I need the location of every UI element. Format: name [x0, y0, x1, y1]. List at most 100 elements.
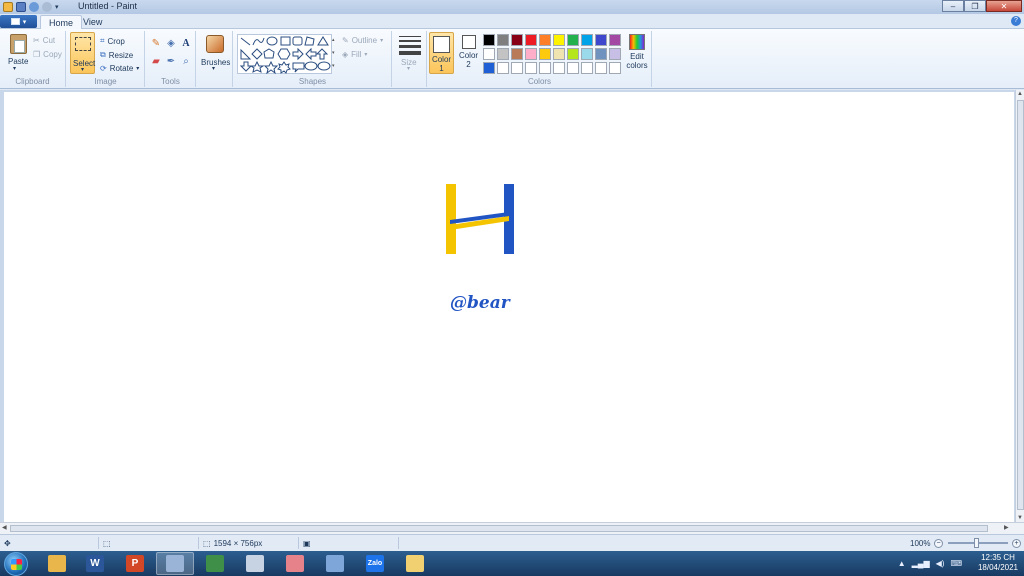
zoom-slider-thumb[interactable]	[974, 538, 979, 548]
taskbar-app-powerpoint[interactable]: P	[116, 552, 154, 575]
scroll-up-icon[interactable]: ▲	[1017, 91, 1023, 97]
qat-dropdown-icon[interactable]: ▾	[55, 3, 59, 11]
zalo-icon: Zalo	[366, 555, 384, 572]
scroll-down-icon[interactable]: ▼	[1017, 515, 1023, 521]
cut-button[interactable]: ✂ Cut	[33, 36, 55, 45]
vertical-scroll-thumb[interactable]	[1017, 100, 1024, 510]
palette-swatch[interactable]	[567, 48, 579, 60]
scissors-icon: ✂	[33, 36, 40, 45]
palette-swatch[interactable]	[595, 34, 607, 46]
menu-icon	[10, 18, 20, 25]
taskbar-app-word[interactable]: W	[76, 552, 114, 575]
color2-button[interactable]: Color 2	[456, 32, 481, 74]
shapes-gallery-icons[interactable]	[238, 35, 333, 75]
close-button[interactable]: ✕	[986, 0, 1022, 12]
undo-icon[interactable]	[29, 2, 39, 12]
maximize-button[interactable]: ❐	[964, 0, 986, 12]
clock-time: 12:35 CH	[981, 553, 1015, 562]
keyboard-icon[interactable]: ⌨	[950, 559, 962, 568]
edit-colors-button[interactable]: Edit colors	[626, 34, 648, 70]
palette-swatch[interactable]	[581, 62, 593, 74]
brushes-label: Brushes	[201, 58, 231, 67]
palette-swatch[interactable]	[539, 62, 551, 74]
palette-swatch[interactable]	[581, 48, 593, 60]
clock[interactable]: 12:35 CH 18/04/2021	[978, 553, 1018, 573]
palette-swatch[interactable]	[581, 34, 593, 46]
scroll-right-icon[interactable]: ▶	[1004, 524, 1009, 531]
horizontal-scroll-thumb[interactable]	[10, 525, 988, 532]
crop-button[interactable]: ⌗ Crop	[100, 36, 125, 46]
palette-swatch[interactable]	[553, 48, 565, 60]
taskbar-app-chrome-like[interactable]	[156, 552, 194, 575]
palette-swatch[interactable]	[539, 34, 551, 46]
start-button[interactable]	[4, 552, 28, 576]
taskbar-app-paint[interactable]	[316, 552, 354, 575]
volume-icon[interactable]: ◀)	[936, 559, 945, 568]
palette-swatch[interactable]	[497, 34, 509, 46]
text-tool-icon[interactable]: A	[180, 38, 192, 50]
brushes-button[interactable]: Brushes ▾	[200, 32, 230, 74]
palette-swatch[interactable]	[609, 48, 621, 60]
fill-bucket-icon[interactable]: ◈	[165, 38, 177, 50]
palette-swatch[interactable]	[553, 34, 565, 46]
network-icon[interactable]: ▂▄▆	[912, 559, 930, 568]
copy-button[interactable]: ❐ Copy	[33, 50, 62, 59]
fill-button[interactable]: ◈ Fill ▾	[342, 50, 367, 59]
palette-swatch[interactable]	[511, 62, 523, 74]
palette-swatch[interactable]	[609, 62, 621, 74]
rotate-button[interactable]: ⟳ Rotate ▾	[100, 64, 139, 73]
zoom-out-button[interactable]: −	[934, 539, 943, 548]
palette-swatch[interactable]	[567, 34, 579, 46]
tab-view[interactable]: View	[75, 15, 110, 29]
size-button[interactable]: Size ▾	[393, 31, 427, 75]
palette-swatch[interactable]	[483, 62, 495, 74]
palette-swatch[interactable]	[511, 34, 523, 46]
palette-swatch[interactable]	[567, 62, 579, 74]
drawing-canvas[interactable]: @bear	[4, 92, 1014, 522]
taskbar-app-calculator[interactable]	[236, 552, 274, 575]
color-picker-icon[interactable]: ✒	[165, 56, 177, 68]
palette-swatch[interactable]	[511, 48, 523, 60]
palette-swatch[interactable]	[539, 48, 551, 60]
palette-swatch[interactable]	[497, 48, 509, 60]
palette-swatch[interactable]	[525, 48, 537, 60]
taskbar-app-zalo[interactable]: Zalo	[356, 552, 394, 575]
taskbar-app-excel-like[interactable]	[196, 552, 234, 575]
color1-button[interactable]: Color 1	[429, 32, 454, 74]
palette-swatch[interactable]	[525, 62, 537, 74]
redo-icon[interactable]	[42, 2, 52, 12]
scroll-left-icon[interactable]: ◀	[2, 524, 7, 531]
paint-app-icon[interactable]	[3, 2, 13, 12]
show-hidden-icons[interactable]: ▲	[898, 559, 906, 568]
palette-swatch[interactable]	[553, 62, 565, 74]
palette-swatch[interactable]	[595, 62, 607, 74]
pencil-icon[interactable]: ✎	[150, 38, 162, 50]
minimize-button[interactable]: –	[942, 0, 964, 12]
palette-swatch[interactable]	[483, 48, 495, 60]
zoom-in-button[interactable]: +	[1012, 539, 1021, 548]
palette-swatch[interactable]	[497, 62, 509, 74]
palette-swatch[interactable]	[609, 34, 621, 46]
magnifier-icon[interactable]: ⌕	[180, 56, 192, 68]
select-button[interactable]: Select ▾	[70, 32, 95, 74]
palette-swatch[interactable]	[525, 34, 537, 46]
handle-text: @bear	[450, 293, 510, 313]
horizontal-scrollbar[interactable]: ◀ ▶	[0, 522, 1024, 534]
rainbow-icon	[629, 34, 645, 50]
taskbar-app-explorer[interactable]	[38, 552, 76, 575]
cursor-position-icon: ✥	[4, 539, 11, 548]
outline-button[interactable]: ✎ Outline ▾	[342, 36, 383, 45]
palette-swatch[interactable]	[483, 34, 495, 46]
eraser-icon[interactable]: ▰	[150, 56, 162, 68]
vertical-scrollbar[interactable]: ▲ ▼	[1015, 90, 1024, 522]
paste-button[interactable]: Paste ▾	[2, 31, 30, 73]
shapes-scroll[interactable]: ▴ ▾ ▾	[332, 34, 338, 74]
help-icon[interactable]: ?	[1011, 16, 1021, 26]
taskbar-app-snipping[interactable]	[276, 552, 314, 575]
outline-dropdown-icon: ▾	[380, 38, 384, 44]
taskbar-app-folder[interactable]	[396, 552, 434, 575]
palette-swatch[interactable]	[595, 48, 607, 60]
resize-button[interactable]: ⧉ Resize	[100, 50, 133, 60]
save-icon[interactable]	[16, 2, 26, 12]
paint-menu-button[interactable]: ▾	[0, 15, 37, 28]
